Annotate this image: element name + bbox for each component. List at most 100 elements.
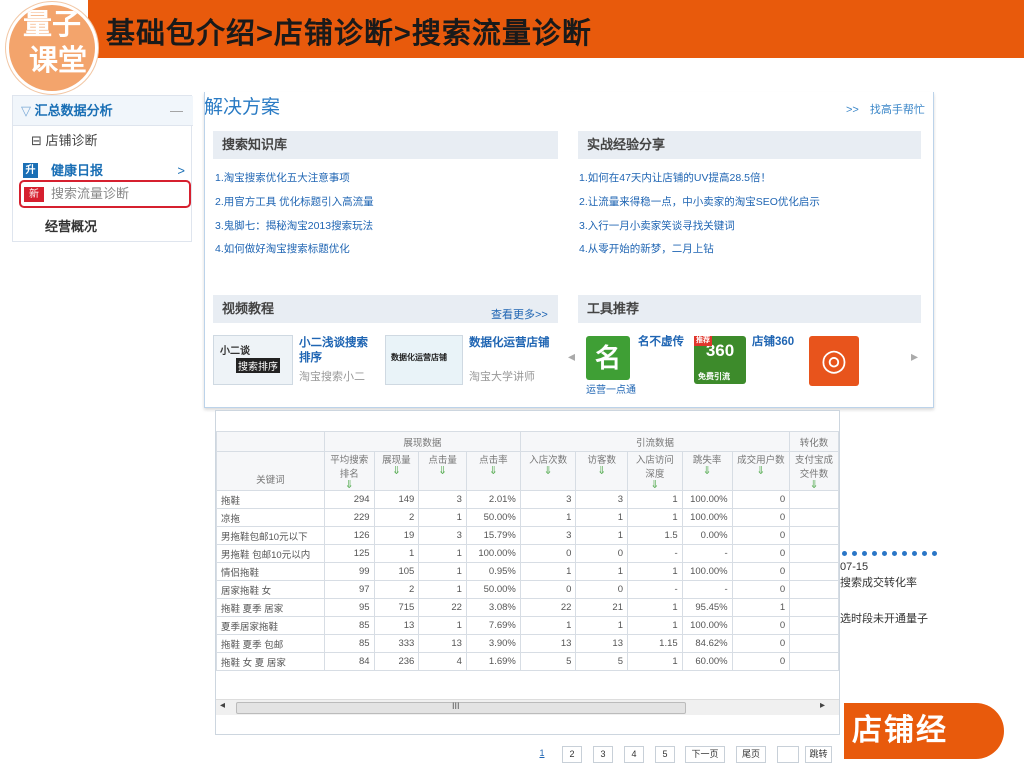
table-row[interactable]: 拖鞋 夏季 居家 95 715 22 3.08% 22 21 1 95.45% 1 (216, 598, 839, 617)
sidebar-item-overview[interactable]: 经营概况 (13, 212, 193, 242)
knowledge-link[interactable]: 2.用官方工具 优化标题引入高流量 (215, 194, 374, 209)
table-cell: 7.69% (465, 616, 521, 635)
table-cell: 1 (627, 598, 683, 617)
tool-icon-mingbuxuchuan[interactable]: 名 (586, 336, 630, 380)
sidebar-item-shop-diagnosis[interactable]: ⊟ 店铺诊断 (13, 126, 193, 156)
table-cell: 2 (373, 508, 420, 527)
scroll-grip: III (452, 701, 460, 711)
tool-icon-target[interactable]: ◎ (809, 336, 859, 386)
sort-down-icon[interactable]: ⇓ (632, 480, 678, 490)
chart-point (872, 551, 877, 556)
column-header[interactable]: 入店访问深度 ⇓ (627, 451, 683, 491)
video-thumbnail[interactable]: 小二谈 搜索排序 (213, 335, 293, 385)
page-link-2[interactable]: 2 (562, 746, 582, 763)
sort-down-icon[interactable]: ⇓ (329, 480, 370, 490)
tool-icon-shop360[interactable]: 360 推荐 免费引流 (694, 336, 746, 384)
page-link-4[interactable]: 4 (624, 746, 644, 763)
table-row[interactable]: 拖鞋 女 夏 居家 84 236 4 1.69% 5 5 1 60.00% 0 (216, 652, 839, 671)
table-cell (789, 616, 839, 635)
table-cell: 0 (519, 544, 577, 563)
table-row[interactable]: 居家拖鞋 女 97 2 1 50.00% 0 0- -0 (216, 580, 839, 599)
background-note: 选时段未开通量子 (840, 613, 928, 625)
carousel-next-icon[interactable]: ▸ (911, 348, 918, 365)
table-row[interactable]: 夏季居家拖鞋 85 13 1 7.69% 1 1 1 100.00% 0 (216, 616, 839, 635)
keyword-cell: 拖鞋 夏季 居家 (216, 598, 325, 617)
sort-down-icon[interactable]: ⇓ (580, 466, 623, 477)
experience-link[interactable]: 1.如何在47天内让店铺的UV提高28.5倍！ (579, 170, 771, 185)
column-header[interactable]: 跳失率 ⇓ (681, 451, 733, 491)
column-header[interactable]: 点击量 ⇓ (418, 451, 467, 491)
table-cell (789, 490, 839, 509)
find-expert-link[interactable]: >> 找高手帮忙 (846, 101, 934, 117)
table-row[interactable]: 拖鞋 夏季 包邮 85 333 13 3.90% 13 13 1.15 84.62% 0 (216, 634, 839, 653)
table-row[interactable]: 男拖鞋 包邮10元以内 125 1 1 100.00% 0 0- -0 (216, 544, 839, 563)
shop-jing-button[interactable]: 店铺经 (844, 703, 1004, 759)
experience-link[interactable]: 3.入行一月小卖家笑谈寻找关键词 (579, 218, 735, 233)
scroll-right-icon[interactable]: ▸ (820, 700, 825, 711)
sort-down-icon[interactable]: ⇓ (379, 466, 415, 477)
knowledge-link[interactable]: 4.如何做好淘宝搜索标题优化 (215, 241, 350, 256)
knowledge-link[interactable]: 1.淘宝搜索优化五大注意事项 (215, 170, 350, 185)
column-label: 支付宝成交件数 (795, 455, 834, 480)
video-thumbnail[interactable]: 数据化运营店铺 (385, 335, 463, 385)
tool-title[interactable]: 店铺360 (752, 335, 794, 350)
carousel-prev-icon[interactable]: ◂ (568, 348, 575, 365)
table-cell: 85 (323, 634, 375, 653)
column-header[interactable]: 支付宝成交件数 ⇓ (789, 451, 839, 491)
sort-down-icon[interactable]: ⇓ (687, 466, 728, 477)
table-cell: 1 (627, 508, 683, 527)
sort-down-icon[interactable]: ⇓ (525, 466, 572, 477)
scroll-thumb[interactable] (236, 702, 686, 714)
sort-down-icon[interactable]: ⇓ (471, 466, 516, 477)
sidebar: ▽ 汇总数据分析 — ⊟ 店铺诊断 升 健康日报 > 新 搜索流量诊断 经营概况 (12, 95, 193, 242)
sidebar-item-search-traffic[interactable]: 新 搜索流量诊断 (19, 180, 191, 208)
table-cell: 1 (519, 508, 577, 527)
page-link-1[interactable]: 1 (535, 746, 549, 763)
table-row[interactable]: 拖鞋 294 149 3 2.01% 3 3 1 100.00% 0 (216, 490, 839, 509)
page-title: 基础包介绍>店铺诊断>搜索流量诊断 (106, 18, 592, 50)
column-header[interactable]: 平均搜索排名 ⇓ (323, 451, 375, 491)
sidebar-item-summary[interactable]: ▽ 汇总数据分析 — (13, 96, 193, 126)
table-cell: 13 (373, 616, 420, 635)
column-header[interactable]: 入店次数 ⇓ (519, 451, 577, 491)
page-link-5[interactable]: 5 (655, 746, 675, 763)
tool-title[interactable]: 名不虚传 (638, 335, 684, 350)
column-header[interactable]: 展现量 ⇓ (373, 451, 420, 491)
table-cell: 0 (575, 580, 628, 599)
column-header[interactable]: 点击率 ⇓ (465, 451, 521, 491)
table-cell: 3 (519, 490, 577, 509)
video-title[interactable]: 数据化运营店铺 (469, 336, 554, 351)
table-cell: 2 (373, 580, 420, 599)
column-header[interactable]: 成交用户数 ⇓ (731, 451, 791, 491)
column-header[interactable]: 访客数 ⇓ (575, 451, 628, 491)
sort-down-icon[interactable]: ⇓ (737, 466, 786, 477)
column-label: 跳失率 (692, 455, 722, 466)
table-row[interactable]: 凉拖 229 2 1 50.00% 1 1 1 100.00% 0 (216, 508, 839, 527)
table-cell: 1 (418, 562, 467, 581)
see-more-link[interactable]: 查看更多>> (491, 306, 548, 322)
table-cell: 1 (731, 598, 791, 617)
horizontal-scrollbar[interactable]: ◂ III ▸ (216, 699, 839, 715)
page-link-3[interactable]: 3 (593, 746, 613, 763)
table-row[interactable]: 情侣拖鞋 99 105 1 0.95% 1 1 1 100.00% 0 (216, 562, 839, 581)
collapse-icon[interactable]: — (170, 96, 183, 126)
knowledge-link[interactable]: 3.鬼脚七：揭秘淘宝2013搜索玩法 (215, 218, 373, 233)
group-header: 引流数据 (519, 431, 791, 452)
table-cell (789, 508, 839, 527)
sort-down-icon[interactable]: ⇓ (423, 466, 462, 477)
table-cell: 85 (323, 616, 375, 635)
last-page-button[interactable]: 尾页 (736, 746, 766, 763)
table-row[interactable]: 男拖鞋包邮10元以下 126 19 3 15.79% 3 1 1.5 0.00% 0 (216, 526, 839, 545)
jump-button[interactable]: 跳转 (805, 746, 832, 763)
table-cell: 5 (519, 652, 577, 671)
scroll-left-icon[interactable]: ◂ (220, 700, 225, 711)
experience-link[interactable]: 4.从零开始的新梦，二月上钻 (579, 241, 714, 256)
sort-down-icon[interactable]: ⇓ (794, 480, 834, 490)
table-cell: 1 (418, 580, 467, 599)
experience-link[interactable]: 2.让流量来得稳一点，中小卖家的淘宝SEO优化启示 (579, 194, 820, 209)
table-cell: 0.95% (465, 562, 521, 581)
page-jump-input[interactable] (777, 746, 799, 763)
next-page-button[interactable]: 下一页 (685, 746, 725, 763)
video-title[interactable]: 小二浅谈搜索排序 (299, 336, 379, 366)
table-cell: 97 (323, 580, 375, 599)
